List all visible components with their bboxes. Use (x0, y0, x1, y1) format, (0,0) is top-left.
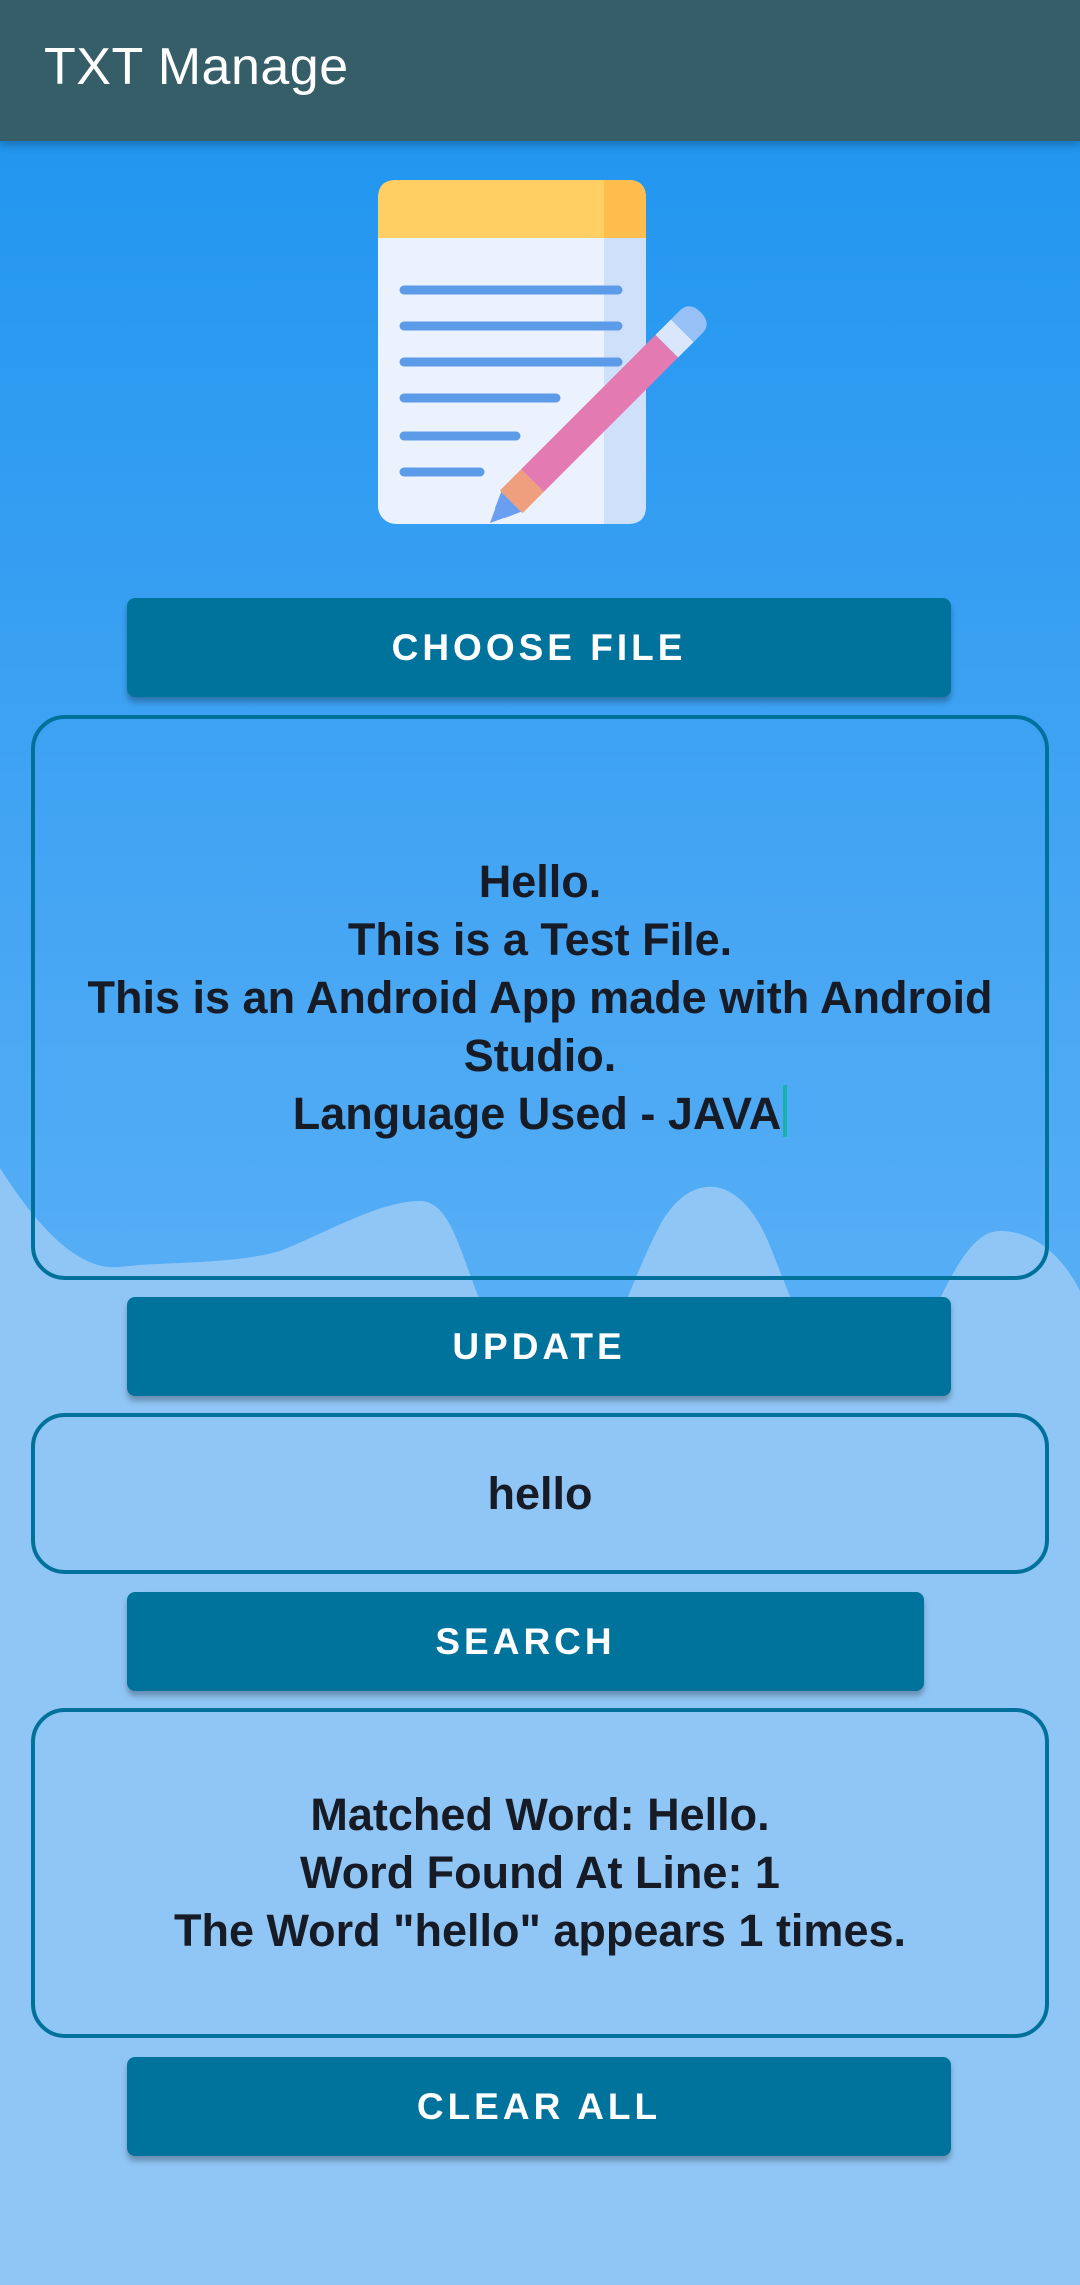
update-button[interactable]: UPDATE (127, 1297, 951, 1396)
update-label: UPDATE (452, 1325, 626, 1367)
search-result-box: Matched Word: Hello. Word Found At Line:… (31, 1708, 1049, 2038)
app-bar: TXT Manage (0, 0, 1080, 141)
text-cursor (783, 1084, 788, 1137)
choose-file-button[interactable]: CHOOSE FILE (127, 598, 951, 697)
notepad-pencil-icon (372, 178, 708, 530)
search-label: SEARCH (435, 1620, 616, 1662)
search-button[interactable]: SEARCH (127, 1592, 924, 1691)
choose-file-label: CHOOSE FILE (391, 626, 687, 668)
clear-all-label: CLEAR ALL (416, 2085, 662, 2127)
search-input[interactable]: hello (31, 1413, 1049, 1574)
clear-all-button[interactable]: CLEAR ALL (127, 2057, 951, 2156)
search-result-text: Matched Word: Hello. Word Found At Line:… (173, 1789, 907, 1956)
file-content-text: Hello. This is a Test File. This is an A… (87, 855, 993, 1139)
file-content-field[interactable]: Hello. This is a Test File. This is an A… (31, 715, 1049, 1280)
app-title: TXT Manage (44, 38, 349, 96)
search-input-value: hello (487, 1467, 593, 1519)
